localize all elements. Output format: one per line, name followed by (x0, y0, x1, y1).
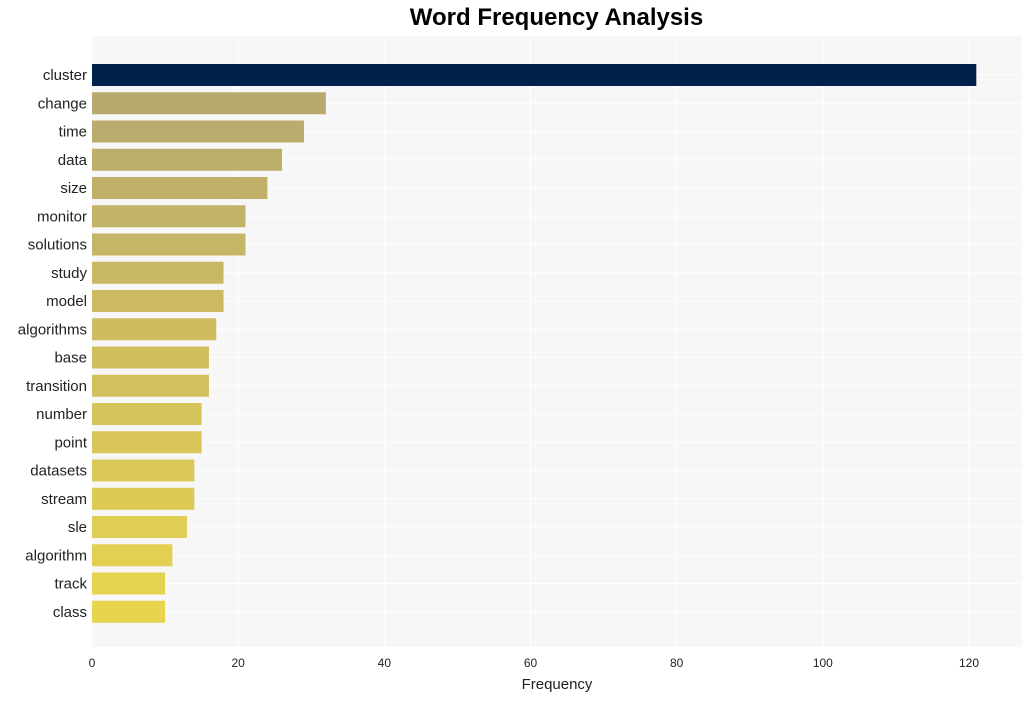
bar-cluster (92, 64, 976, 86)
x-tick-label-40: 40 (378, 656, 392, 670)
y-tick-label-track: track (54, 576, 87, 593)
x-axis-ticks: 0 20 40 60 80 100 120 (89, 656, 980, 670)
bar-transition (92, 375, 209, 397)
y-tick-label-algorithm: algorithm (25, 547, 87, 564)
y-tick-label-model: model (46, 293, 87, 310)
y-tick-label-size: size (60, 180, 87, 197)
y-tick-label-monitor: monitor (37, 208, 87, 225)
x-tick-label-20: 20 (231, 656, 245, 670)
bar-number (92, 403, 202, 425)
bar-algorithm (92, 544, 172, 566)
bar-class (92, 601, 165, 623)
bar-point (92, 431, 202, 453)
x-tick-label-120: 120 (959, 656, 979, 670)
bar-stream (92, 488, 194, 510)
y-tick-label-time: time (59, 124, 87, 141)
bar-chart: cluster change time data size monitor solution… (0, 0, 1031, 701)
x-tick-label-60: 60 (524, 656, 538, 670)
bar-time (92, 121, 304, 143)
y-axis-labels: cluster change time data size monitor solution… (18, 67, 88, 621)
y-tick-label-stream: stream (41, 491, 87, 508)
y-tick-label-transition: transition (26, 378, 87, 395)
y-tick-label-algorithms: algorithms (18, 321, 87, 338)
bar-change (92, 92, 326, 114)
x-axis-label: Frequency (522, 676, 593, 693)
x-tick-label-80: 80 (670, 656, 684, 670)
y-tick-label-cluster: cluster (43, 67, 87, 84)
y-tick-label-change: change (38, 95, 87, 112)
bar-datasets (92, 460, 194, 482)
y-tick-label-base: base (54, 350, 87, 367)
bar-track (92, 573, 165, 595)
y-tick-label-point: point (54, 434, 87, 451)
x-tick-label-100: 100 (813, 656, 833, 670)
bar-sle (92, 516, 187, 538)
bar-base (92, 347, 209, 369)
bar-monitor (92, 205, 245, 227)
x-tick-label-0: 0 (89, 656, 96, 670)
bar-study (92, 262, 224, 284)
y-tick-label-number: number (36, 406, 87, 423)
bar-size (92, 177, 267, 199)
y-tick-label-sle: sle (68, 519, 87, 536)
y-tick-label-data: data (58, 152, 88, 169)
bar-algorithms (92, 318, 216, 340)
bar-solutions (92, 234, 245, 256)
y-tick-label-solutions: solutions (28, 237, 87, 254)
y-tick-label-datasets: datasets (30, 463, 87, 480)
y-tick-label-class: class (53, 604, 87, 621)
y-tick-label-study: study (51, 265, 87, 282)
bar-data (92, 149, 282, 171)
bar-model (92, 290, 224, 312)
